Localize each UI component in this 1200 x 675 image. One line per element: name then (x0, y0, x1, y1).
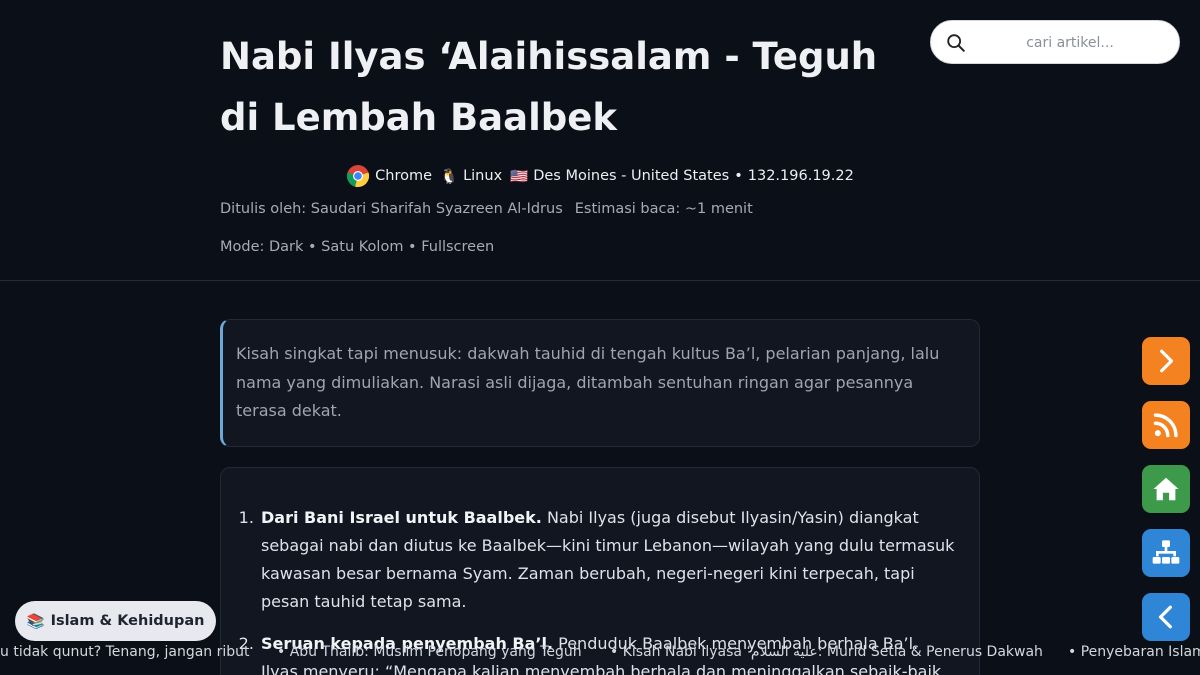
page-title: Nabi Ilyas ‘Alaihissalam - Teguh di Lemb… (220, 35, 878, 139)
browser-name: Chrome (375, 168, 433, 184)
rss-button[interactable] (1142, 401, 1190, 449)
os-name: Linux (463, 168, 503, 184)
ticker-link[interactable]: • Penyebaran Islam (1068, 644, 1200, 660)
browser-info: Chrome (346, 164, 432, 188)
home-icon (1153, 477, 1179, 501)
display-mode: Mode: Dark • Satu Kolom • Fullscreen (220, 239, 495, 255)
separator: • (734, 168, 743, 184)
search-icon (947, 34, 965, 52)
ticker-link[interactable]: u tidak qunut? Tenang, jangan ribut (0, 644, 250, 660)
search-input[interactable] (975, 29, 1165, 57)
sitemap-button[interactable] (1142, 529, 1190, 577)
sitemap-icon (1152, 540, 1180, 564)
back-button[interactable] (1142, 593, 1190, 641)
list-item: Dari Bani Israel untuk Baalbek. Nabi Ily… (259, 504, 959, 616)
article-meta: Ditulis oleh: Saudari Sharifah Syazreen … (220, 201, 753, 217)
visitor-info: Chrome 🐧 Linux 🇺🇸 Des Moines - United St… (220, 163, 980, 189)
ticker-link[interactable]: • Abu Thalib: Muslim Penopang yang Teguh (277, 644, 582, 660)
article-header: Nabi Ilyas ‘Alaihissalam - Teguh di Lemb… (0, 0, 1200, 281)
article-summary: Kisah singkat tapi menusuk: dakwah tauhi… (220, 319, 980, 447)
home-button[interactable] (1142, 465, 1190, 513)
linux-icon: 🐧 (440, 168, 459, 185)
point-heading: Dari Bani Israel untuk Baalbek. (261, 508, 542, 527)
author: Ditulis oleh: Saudari Sharifah Syazreen … (220, 201, 563, 217)
chevron-right-icon (1160, 349, 1174, 373)
reading-time: Estimasi baca: ~1 menit (574, 201, 753, 217)
ip-address: 132.196.19.22 (747, 168, 854, 184)
location-info: 🇺🇸 Des Moines - United States • 132.196.… (510, 168, 854, 185)
news-ticker: u tidak qunut? Tenang, jangan ribut • Ab… (0, 641, 1200, 665)
chevron-left-icon (1158, 605, 1172, 629)
us-flag-icon: 🇺🇸 (510, 168, 529, 185)
search-box[interactable] (930, 20, 1180, 64)
books-icon: 📚 (26, 613, 45, 630)
ticker-link[interactable]: • Kisah Nabi Ilyasa ‘عليه السلام: Murid … (610, 644, 1043, 660)
location-name: Des Moines - United States (533, 168, 730, 184)
category-label: Islam & Kehidupan (50, 613, 205, 629)
os-info: 🐧 Linux (440, 168, 502, 185)
chrome-icon (347, 165, 370, 188)
next-button[interactable] (1142, 337, 1190, 385)
rss-icon (1153, 413, 1178, 438)
category-button[interactable]: 📚 Islam & Kehidupan (15, 601, 216, 641)
